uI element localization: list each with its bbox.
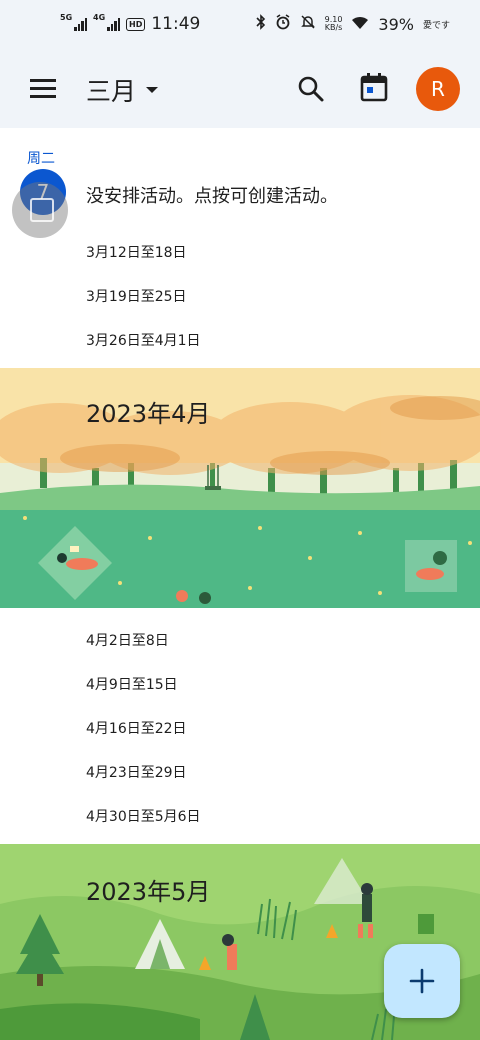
add-event-button[interactable]	[384, 944, 460, 1018]
month-title-may: 2023年5月	[86, 878, 211, 906]
week-range: 4月16日至22日	[86, 721, 187, 737]
touch-indicator	[12, 182, 68, 238]
signal-4g-icon: 4G	[93, 13, 120, 31]
sim1-label: 5G	[60, 13, 73, 22]
bluetooth-icon	[256, 14, 266, 34]
month-banner-april: 2023年4月	[0, 368, 480, 608]
battery-level: 39%	[378, 14, 414, 34]
gesture-bar	[0, 1034, 480, 1040]
status-left: 5G 4G HD 11:49	[60, 13, 201, 34]
search-icon[interactable]	[296, 74, 326, 104]
day-weekday: 周二	[27, 151, 55, 167]
week-range: 4月2日至8日	[86, 633, 169, 649]
status-time: 11:49	[151, 14, 201, 34]
week-range: 3月12日至18日	[86, 245, 187, 261]
net-speed-unit: KB/s	[324, 23, 343, 32]
week-range: 4月9日至15日	[86, 677, 178, 693]
month-title: 三月	[86, 77, 137, 106]
avatar-initial: R	[431, 77, 445, 101]
week-range: 4月23日至29日	[86, 765, 187, 781]
plus-icon	[409, 968, 435, 994]
account-avatar[interactable]: R	[416, 67, 460, 111]
status-right: 9.10 KB/s 39% 愛です	[256, 14, 450, 34]
sim2-label: 4G	[93, 13, 106, 22]
april-illustration	[0, 368, 480, 608]
hd-voice-icon: HD	[126, 17, 146, 31]
alarm-icon	[275, 14, 291, 34]
week-range: 4月30日至5月6日	[86, 809, 201, 825]
calendar-today-icon[interactable]	[360, 72, 388, 102]
week-range: 3月19日至25日	[86, 289, 187, 305]
caret-down-icon	[146, 87, 159, 93]
status-bar: 5G 4G HD 11:49 9.10 KB/s 39% 愛です	[0, 0, 480, 52]
network-speed: 9.10 KB/s	[325, 16, 343, 32]
app-bar: 三月 R	[0, 52, 480, 128]
mute-bell-icon	[300, 14, 316, 34]
wifi-icon	[351, 15, 369, 34]
carrier-text: 愛です	[422, 20, 450, 31]
signal-5g-icon: 5G	[60, 13, 87, 31]
week-range: 3月26日至4月1日	[86, 333, 201, 349]
month-selector[interactable]: 三月	[86, 72, 159, 108]
menu-icon[interactable]	[30, 77, 56, 99]
month-title-april: 2023年4月	[86, 400, 211, 428]
empty-day-message[interactable]: 没安排活动。点按可创建活动。	[86, 182, 338, 208]
